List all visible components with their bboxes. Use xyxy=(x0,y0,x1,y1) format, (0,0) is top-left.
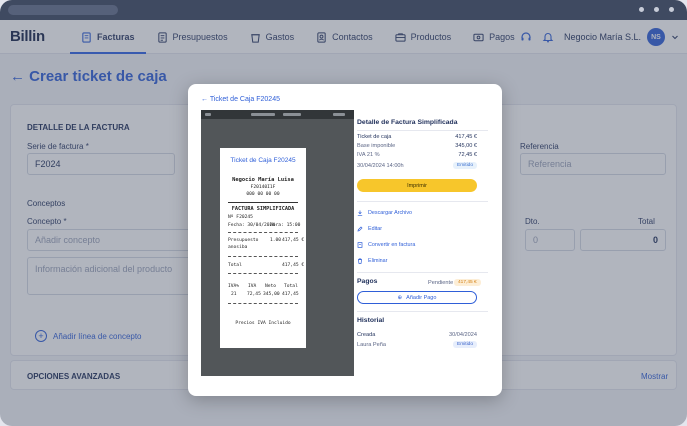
receipt-item-qty: 1.00 xyxy=(270,238,282,243)
payments-title: Pagos xyxy=(357,278,378,285)
ticket-modal: ← Ticket de Caja F20245 Ticket de Caja F… xyxy=(188,84,502,396)
back-link[interactable]: ← Ticket de Caja F20245 xyxy=(201,96,280,103)
divider xyxy=(357,311,488,312)
receipt-tax-header: IVA% xyxy=(228,284,240,289)
receipt-item-total: 417,45 € xyxy=(282,238,305,243)
detail-row-label: IVA 21 % xyxy=(357,152,380,158)
history-title: Historial xyxy=(357,317,385,324)
action-label: Editar xyxy=(368,226,383,232)
receipt-total-value: 417,45 € xyxy=(282,263,305,268)
pdf-viewer: Ticket de Caja F20245 Negocio María Luis… xyxy=(201,110,354,376)
divider xyxy=(357,272,488,273)
receipt-total-label: Total xyxy=(228,263,242,268)
receipt-title: Ticket de Caja F20245 xyxy=(230,157,296,164)
pdf-toolbar xyxy=(201,110,354,119)
receipt-item-name: Presupuesto xyxy=(228,238,259,243)
add-payment-label: Añadir Pago xyxy=(406,294,437,301)
edit-icon xyxy=(357,226,363,232)
receipt-tax-cell: 72,45 xyxy=(247,292,261,297)
status-badge: Emitido xyxy=(453,162,477,169)
delete-action[interactable]: Eliminar xyxy=(357,258,387,264)
receipt-doc-type: FACTURA SIMPLIFICADA xyxy=(231,206,295,212)
receipt-separator xyxy=(228,232,298,233)
history-event: Creada xyxy=(357,332,376,338)
receipt-time: Hora: 15:00 xyxy=(270,223,301,228)
detail-row-label: Ticket de caja xyxy=(357,134,392,140)
receipt-separator xyxy=(228,256,298,257)
convert-invoice-action[interactable]: Convertir en factura xyxy=(357,242,415,248)
receipt-nif: F20140I1F xyxy=(250,185,276,190)
download-icon xyxy=(357,210,363,216)
detail-date: 30/04/2024 14:00h xyxy=(357,163,404,169)
divider xyxy=(357,201,488,202)
convert-icon xyxy=(357,242,363,248)
divider xyxy=(357,130,488,131)
detail-row-value: 345,00 € xyxy=(455,143,477,149)
receipt-business: Negocio María Luisa xyxy=(232,177,294,183)
action-label: Convertir en factura xyxy=(368,242,416,248)
receipt-separator xyxy=(228,273,298,274)
action-label: Descargar Archivo xyxy=(368,210,413,216)
receipt-separator xyxy=(228,303,298,304)
browser-chrome xyxy=(0,0,687,20)
menu-icon[interactable] xyxy=(205,113,211,116)
window-dot-icon[interactable] xyxy=(654,7,659,12)
window-dot-icon[interactable] xyxy=(639,7,644,12)
download-file-action[interactable]: Descargar Archivo xyxy=(357,210,412,216)
page-counter xyxy=(251,113,275,116)
receipt-footer: Precios IVA Incluido xyxy=(235,321,291,326)
zoom-controls[interactable] xyxy=(283,113,301,116)
history-user: Laura Peña xyxy=(357,342,386,348)
trash-icon xyxy=(358,258,362,264)
receipt-document: Ticket de Caja F20245 Negocio María Luis… xyxy=(220,148,306,348)
detail-title: Detalle de Factura Simplificada xyxy=(357,119,458,126)
receipt-date: Fecha: 30/04/2024 xyxy=(228,223,276,228)
receipt-separator xyxy=(228,202,298,203)
plus-icon: ⊕ xyxy=(397,294,403,301)
receipt-tax-header: Neto xyxy=(265,284,277,289)
receipt-tax-cell: 345,00 xyxy=(263,292,280,297)
add-payment-button[interactable]: ⊕ Añadir Pago xyxy=(357,291,477,304)
receipt-tax-cell: 417,45 xyxy=(282,292,299,297)
receipt-number: Nº F20245 xyxy=(228,215,253,220)
download-icon[interactable] xyxy=(333,113,345,116)
window-dot-icon[interactable] xyxy=(669,7,674,12)
address-bar[interactable] xyxy=(8,5,118,15)
pending-label: Pendiente xyxy=(428,280,454,286)
receipt-phone: 000 00 00 00 xyxy=(246,192,280,197)
history-date: 30/04/2024 xyxy=(449,332,477,338)
ticket-detail-panel: Detalle de Factura Simplificada Ticket d… xyxy=(357,110,488,376)
detail-row-value: 417,45 € xyxy=(455,134,477,140)
pending-amount-badge: 417,45 € xyxy=(454,279,481,286)
app-window: Billin Facturas Presupuestos Gastos Cont… xyxy=(0,0,687,426)
history-status-badge: Emitido xyxy=(453,341,477,348)
receipt-tax-cell: 21 xyxy=(231,292,237,297)
detail-row-label: Base imponible xyxy=(357,143,396,149)
edit-action[interactable]: Editar xyxy=(357,226,382,232)
receipt-item-name2: anosiba xyxy=(228,245,248,250)
detail-row-value: 72,45 € xyxy=(458,152,477,158)
action-label: Eliminar xyxy=(368,258,388,264)
receipt-tax-header: IVA xyxy=(248,284,257,289)
receipt-tax-header: Total xyxy=(284,284,298,289)
print-button[interactable]: Imprimir xyxy=(357,179,477,192)
